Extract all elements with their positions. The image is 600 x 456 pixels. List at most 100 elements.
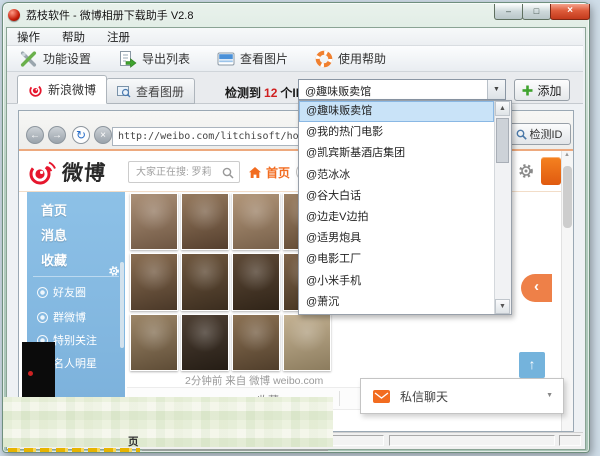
status-panel <box>559 435 581 446</box>
photo-thumbnail[interactable] <box>181 253 229 311</box>
sidebar-item-group-weibo[interactable]: 群微博 <box>37 309 86 325</box>
tools-icon <box>19 50 38 68</box>
dropdown-item[interactable]: @电影工厂 <box>299 249 494 270</box>
photo-thumbnail[interactable] <box>181 193 229 250</box>
sidebar-gear-icon[interactable] <box>109 266 119 276</box>
sidebar-divider <box>33 276 119 277</box>
help-ring-icon <box>315 50 333 68</box>
menu-operate[interactable]: 操作 <box>17 29 40 45</box>
red-dot <box>28 371 33 376</box>
tab-view-albums-label: 查看图册 <box>136 83 184 100</box>
weibo-home-link[interactable]: 首页 <box>248 164 290 181</box>
scroll-up-icon[interactable]: ▲ <box>495 101 510 116</box>
add-id-button[interactable]: 添加 <box>514 79 570 101</box>
private-chat-label: 私信聊天 <box>400 388 448 405</box>
dropdown-item[interactable]: @适男炮具 <box>299 228 494 249</box>
dropdown-scroll-thumb[interactable] <box>496 118 509 163</box>
magnifier-icon <box>516 129 527 140</box>
sidebar-scrollbar[interactable] <box>120 262 124 348</box>
back-button[interactable]: ← <box>26 126 44 144</box>
menu-register[interactable]: 注册 <box>107 29 130 45</box>
weibo-home-label: 首页 <box>266 164 290 181</box>
detect-id-label: 检测ID <box>530 126 563 142</box>
desktop: 荔枝软件 - 微博相册下载助手 V2.8 – □ × 操作 帮助 注册 功能设置… <box>0 0 600 456</box>
tab-view-albums[interactable]: 查看图册 <box>106 78 195 104</box>
id-combobox-value: @趣味贩卖馆 <box>305 83 371 99</box>
dropdown-item[interactable]: @边走V边拍 <box>299 207 494 228</box>
group-weibo-icon <box>37 312 48 323</box>
photo-thumbnail[interactable] <box>232 314 280 371</box>
minimize-button[interactable]: – <box>494 4 523 20</box>
photo-thumbnail[interactable] <box>181 314 229 371</box>
back-to-top-button[interactable]: ↑ <box>519 352 545 378</box>
close-button[interactable]: × <box>550 4 590 20</box>
page-scroll-thumb[interactable] <box>563 166 572 228</box>
collapse-pill-button[interactable]: ‹ <box>521 274 552 302</box>
view-images-button[interactable]: 查看图片 <box>217 50 288 67</box>
friends-circle-icon <box>37 287 48 298</box>
combobox-arrow-icon[interactable]: ▼ <box>487 80 505 99</box>
tab-sina-weibo[interactable]: 新浪微博 <box>17 75 107 104</box>
sidebar-item-friends-circle[interactable]: 好友圈 <box>37 284 86 300</box>
sidebar-item-home[interactable]: 首页 <box>41 200 67 219</box>
menu-help[interactable]: 帮助 <box>62 29 85 45</box>
export-list-icon <box>118 50 137 68</box>
compose-button[interactable] <box>541 157 561 185</box>
settings-button[interactable]: 功能设置 <box>19 50 91 68</box>
window-controls: – □ × <box>495 4 590 20</box>
weibo-eye-icon <box>28 83 43 97</box>
dropdown-item[interactable]: @趣味贩卖馆 <box>299 101 494 122</box>
view-images-label: 查看图片 <box>240 50 288 67</box>
post-timestamp[interactable]: 2分钟前 来自 微博 weibo.com <box>185 373 323 388</box>
dropdown-item[interactable]: @范冰冰 <box>299 165 494 186</box>
gear-icon[interactable] <box>519 164 533 178</box>
photo-thumbnail[interactable] <box>130 314 178 371</box>
weibo-logo[interactable]: 微博 <box>29 157 106 187</box>
export-list-button[interactable]: 导出列表 <box>118 50 190 68</box>
export-list-label: 导出列表 <box>142 50 190 67</box>
divider <box>339 391 340 406</box>
envelope-icon <box>373 390 390 403</box>
refresh-button[interactable]: ↻ <box>72 126 90 144</box>
dropdown-item[interactable]: @小米手机 <box>299 271 494 292</box>
status-panel <box>389 435 555 446</box>
search-icon <box>222 167 234 179</box>
dropdown-item[interactable]: @凯宾斯基酒店集团 <box>299 143 494 164</box>
scroll-up-icon[interactable]: ▲ <box>564 152 570 158</box>
forward-button[interactable]: → <box>48 126 66 144</box>
popup-caret-icon[interactable]: ▼ <box>546 392 553 399</box>
photo-thumbnail[interactable] <box>283 314 331 371</box>
photo-thumbnail[interactable] <box>130 253 178 311</box>
home-icon <box>248 166 262 179</box>
tab-sina-weibo-label: 新浪微博 <box>48 81 96 98</box>
dropdown-item[interactable]: @我的热门电影 <box>299 122 494 143</box>
maximize-button[interactable]: □ <box>522 4 551 20</box>
scroll-down-icon[interactable]: ▼ <box>495 299 510 314</box>
photo-thumbnail[interactable] <box>232 193 280 250</box>
photo-thumbnail[interactable] <box>130 193 178 250</box>
photo-thumbnail[interactable] <box>232 253 280 311</box>
weibo-logo-icon <box>29 159 56 186</box>
stop-button[interactable]: × <box>94 126 112 144</box>
menu-bar: 操作 帮助 注册 <box>7 28 583 46</box>
album-viewer-icon <box>117 85 131 98</box>
dropdown-scrollbar[interactable]: ▲ ▼ <box>494 101 511 314</box>
id-dropdown-list: @趣味贩卖馆 @我的热门电影 @凯宾斯基酒店集团 @范冰冰 @谷大白话 @边走V… <box>298 100 512 315</box>
censored-block <box>22 342 55 400</box>
id-combobox[interactable]: @趣味贩卖馆 ▼ <box>298 79 506 100</box>
help-button[interactable]: 使用帮助 <box>315 50 386 68</box>
detect-id-button[interactable]: 检测ID <box>507 123 571 145</box>
weibo-search-input[interactable]: 大家正在搜: 罗莉 <box>128 161 240 183</box>
progress-dashes <box>8 448 140 452</box>
dropdown-item[interactable]: @谷大白话 <box>299 186 494 207</box>
sidebar-item-favorites[interactable]: 收藏 <box>41 250 67 269</box>
app-icon <box>8 9 20 21</box>
detected-count: 12 <box>261 86 280 100</box>
status-partial-text: 页 <box>128 434 139 449</box>
settings-label: 功能设置 <box>43 50 91 67</box>
dropdown-item[interactable]: @萧沉 <box>299 292 494 313</box>
mosaic-censor-overlay <box>3 397 333 447</box>
private-chat-popup[interactable]: 私信聊天 ▼ <box>360 378 564 414</box>
sidebar-item-messages[interactable]: 消息 <box>41 225 67 244</box>
title-bar[interactable]: 荔枝软件 - 微博相册下载助手 V2.8 <box>8 5 508 25</box>
